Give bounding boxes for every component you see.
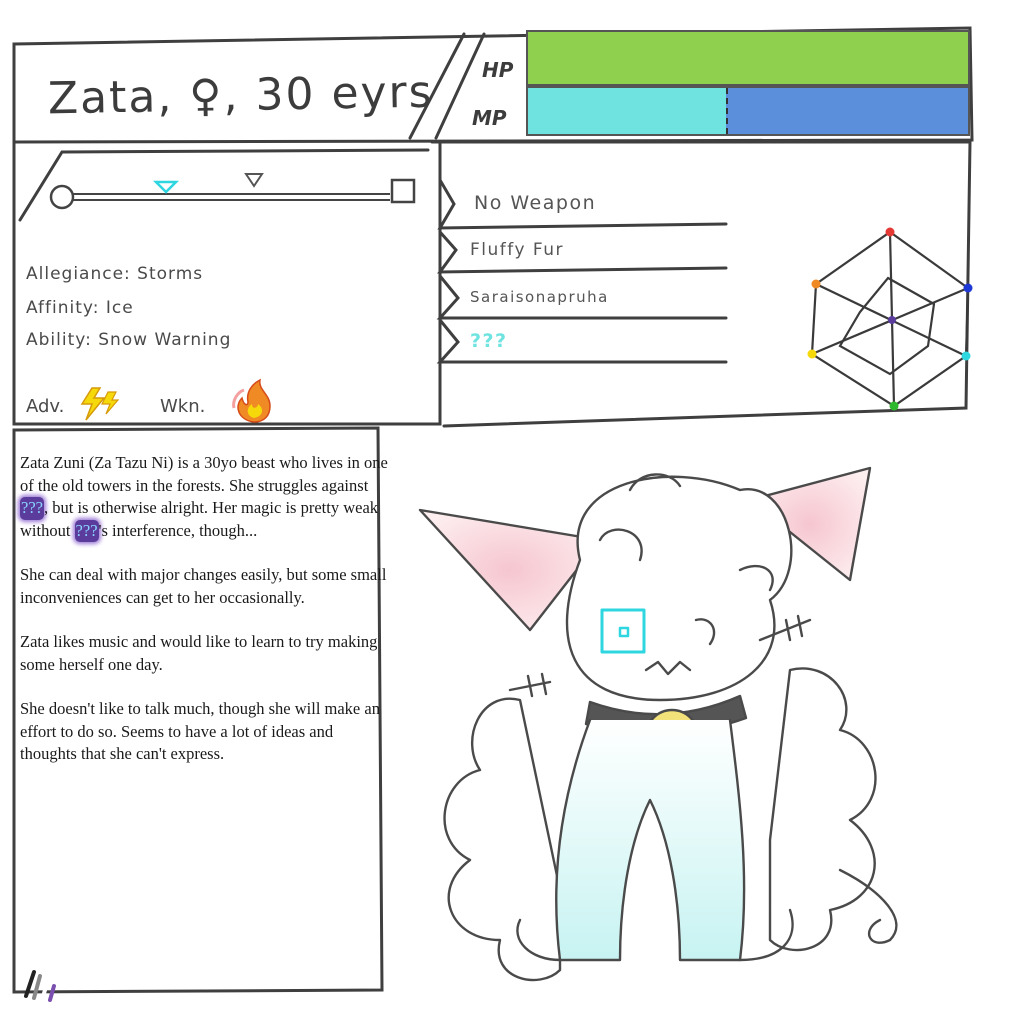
advantage-label: Adv. [26, 396, 65, 417]
stat-dot-red [885, 227, 895, 237]
bio-paragraph-1: Zata Zuni (Za Tazu Ni) is a 30yo beast w… [20, 452, 390, 542]
gear-accessory[interactable]: Saraisonapruha [470, 288, 609, 306]
stat-dot-yellow [807, 349, 817, 359]
hp-bar [526, 30, 970, 86]
character-illustration [418, 466, 898, 982]
allegiance-text: Allegiance: Storms [26, 264, 204, 284]
head [565, 475, 793, 702]
gear-unknown[interactable]: ??? [470, 330, 508, 352]
hp-bar-fill [528, 32, 968, 84]
hp-label: HP [482, 58, 514, 82]
slider-marker-ice [152, 180, 180, 194]
redacted-tag: ??? [20, 497, 44, 520]
mp-label: MP [472, 106, 507, 130]
mp-bar-fill-primary [528, 88, 726, 134]
fire-icon [232, 378, 271, 423]
body [555, 718, 746, 962]
redacted-tag: ??? [74, 519, 99, 542]
affinity-text: Affinity: Ice [26, 298, 134, 318]
slider-marker-neutral [244, 173, 264, 188]
pencil-mark [24, 970, 56, 1002]
character-name: Zata, ♀, 30 eyrs [47, 66, 435, 125]
stats-radar-chart [807, 227, 973, 411]
gear-armor[interactable]: Fluffy Fur [470, 240, 564, 260]
stat-dot-green [889, 401, 899, 411]
bio-paragraph-4: She doesn't like to talk much, though sh… [20, 699, 380, 763]
slider-start-circle [49, 184, 75, 210]
stat-dot-blue [963, 283, 973, 293]
mp-bar [526, 86, 970, 136]
ability-text: Ability: Snow Warning [26, 330, 232, 350]
lightning-icon [80, 387, 120, 421]
character-bio: Zata Zuni (Za Tazu Ni) is a 30yo beast w… [20, 452, 390, 788]
alignment-slider[interactable] [40, 160, 440, 220]
bio-paragraph-3: Zata likes music and would like to learn… [20, 632, 378, 674]
stat-dot-orange [811, 279, 821, 289]
mp-bar-fill-secondary [726, 88, 968, 134]
slider-end-square [390, 178, 416, 204]
stat-dot-cyan [961, 351, 971, 361]
weakness-label: Wkn. [160, 396, 206, 417]
gear-weapon[interactable]: No Weapon [474, 192, 596, 214]
bio-paragraph-2: She can deal with major changes easily, … [20, 565, 387, 607]
